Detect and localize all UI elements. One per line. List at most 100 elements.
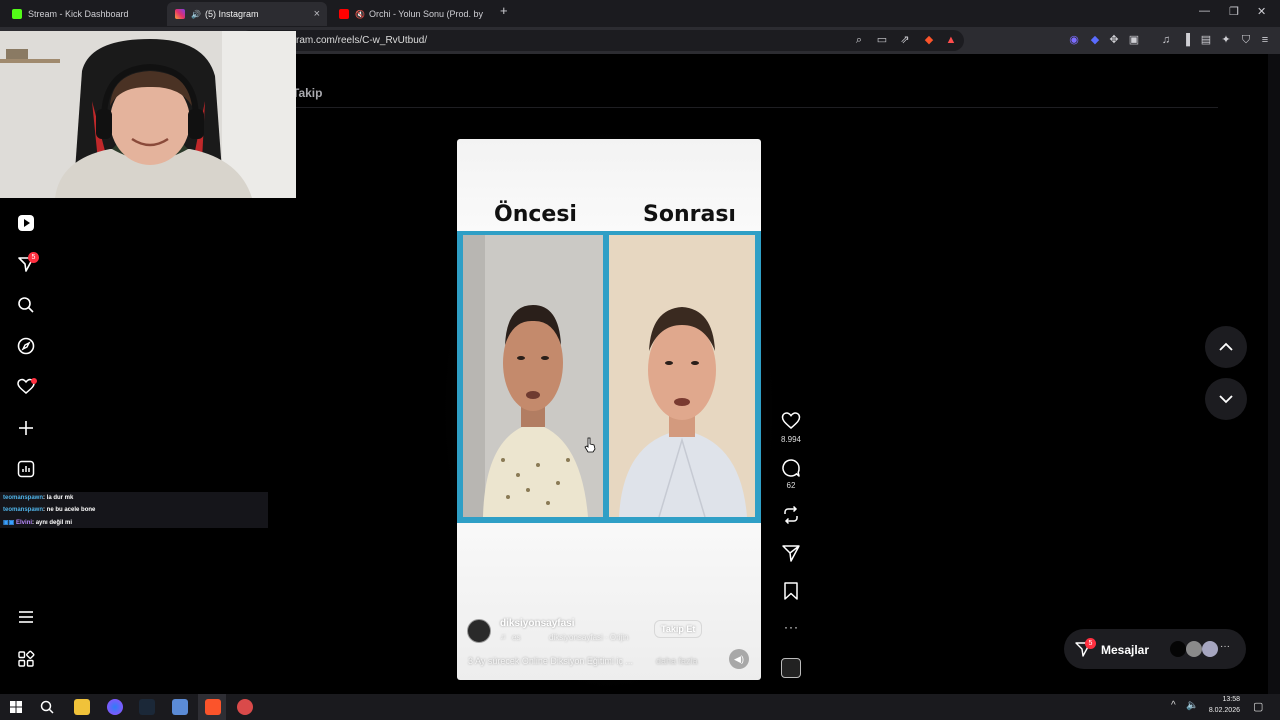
following-tab[interactable]: Takip (292, 86, 322, 100)
new-tab-icon[interactable]: + (500, 3, 508, 18)
before-person-image (463, 235, 603, 517)
rewards-icon[interactable]: ▲ (945, 34, 957, 46)
brave-icon[interactable] (205, 699, 221, 715)
messages-label: Mesajlar (1101, 643, 1150, 657)
youtube-icon (339, 9, 349, 19)
app-icon[interactable] (107, 699, 123, 715)
more-link[interactable]: daha fazla (656, 656, 698, 666)
tab-title: Orchi - Yolun Sonu (Prod. by akca (368, 9, 483, 19)
app-icon[interactable] (172, 699, 188, 715)
reel-video[interactable]: Öncesi Sonrası diksiyonsayfasi ♫ es diks… (457, 139, 761, 680)
after-person-image (609, 235, 755, 517)
extensions-icon[interactable]: ✥ (1108, 34, 1120, 46)
minimize-icon[interactable]: — (1199, 5, 1210, 17)
more-dots-icon: ··· (1220, 641, 1230, 652)
audio-thumbnail-icon[interactable] (781, 658, 801, 678)
streamer-webcam-image (0, 31, 296, 198)
reels-icon[interactable] (17, 214, 35, 232)
dashboard-icon[interactable] (17, 460, 35, 478)
close-window-icon[interactable]: ✕ (1257, 5, 1266, 18)
clock-time[interactable]: 13:58 (1206, 696, 1240, 703)
leo-icon[interactable]: ◉ (1068, 34, 1080, 46)
after-label: Sonrası (643, 202, 736, 227)
webcam-overlay (0, 31, 296, 198)
chat-username: teomanspawn (3, 507, 44, 513)
chat-text: : la dur mk (43, 495, 74, 501)
instagram-icon (175, 9, 185, 19)
speaker-icon: 🔊 (191, 9, 201, 19)
volume-tray-icon[interactable]: 🔈 (1186, 700, 1198, 711)
music-icon[interactable]: ♫ (1160, 34, 1172, 46)
chat-message: teomanspawn: la dur mk (3, 495, 73, 501)
vpn-icon[interactable]: ◆ (1089, 34, 1101, 46)
chat-text: : aynı değil mi (32, 520, 73, 526)
avatar (1170, 641, 1186, 657)
url-text[interactable]: ram.com/reels/C-w_RvUtbud/ (296, 35, 427, 46)
music-note-icon: ♫ (500, 632, 506, 641)
more-options-icon[interactable]: ··· (784, 620, 799, 634)
activity-dot (31, 378, 37, 384)
cast-icon[interactable]: ▭ (876, 34, 888, 46)
avatar (1202, 641, 1218, 657)
tab-title: (5) Instagram (204, 9, 259, 19)
before-video-panel (463, 235, 603, 517)
create-icon[interactable] (17, 419, 35, 437)
chat-badge-icon: ▣▣ (3, 520, 17, 526)
notification-badge: 5 (28, 252, 39, 263)
comment-icon[interactable] (781, 458, 801, 478)
bookmark-icon[interactable] (781, 581, 801, 601)
screenshot-icon[interactable]: ▣ (1128, 34, 1140, 46)
audio-name[interactable]: diksiyonsayfasi · Orijin (549, 633, 629, 642)
tab-title: Stream - Kick Dashboard (28, 9, 129, 19)
chat-message: ▣▣ Elvini: aynı değil mi (3, 519, 72, 526)
more-menu-icon[interactable] (17, 608, 35, 626)
search-icon[interactable] (17, 296, 35, 314)
next-reel-button[interactable] (1205, 378, 1247, 420)
messages-button[interactable]: 5 Mesajlar ··· (1064, 629, 1246, 669)
chevron-down-icon (1219, 395, 1233, 404)
tab-youtube[interactable]: 🔇 Orchi - Yolun Sonu (Prod. by akca (331, 2, 491, 26)
file-explorer-icon[interactable] (74, 699, 90, 715)
close-tab-icon[interactable]: × (314, 8, 320, 20)
share-icon[interactable]: ⇗ (899, 34, 911, 46)
ai-icon[interactable]: ✦ (1220, 34, 1232, 46)
share-send-icon[interactable] (781, 543, 801, 563)
before-label: Öncesi (494, 202, 577, 227)
also-from-meta-icon[interactable] (17, 650, 35, 668)
steam-icon[interactable] (139, 699, 155, 715)
tab-kick-dashboard[interactable]: Stream - Kick Dashboard (4, 2, 168, 26)
search-icon[interactable] (40, 700, 54, 714)
tab-strip: Stream - Kick Dashboard 🔊 (5) Instagram … (0, 0, 1280, 27)
sidebar-toggle-icon[interactable]: ▐ (1180, 34, 1192, 46)
volume-icon[interactable]: ◀) (729, 649, 749, 669)
shield-icon[interactable]: ⛉ (1240, 34, 1252, 46)
repost-icon[interactable] (781, 505, 801, 525)
menu-icon[interactable]: ≡ (1259, 34, 1271, 46)
like-heart-icon[interactable] (781, 411, 801, 431)
windows-start-icon[interactable] (10, 701, 22, 713)
page-scrollbar[interactable] (1268, 54, 1280, 694)
clock-date[interactable]: 8.02.2026 (1200, 707, 1240, 714)
previous-reel-button[interactable] (1205, 326, 1247, 368)
wallet-icon[interactable]: ▤ (1200, 34, 1212, 46)
muted-speaker-icon: 🔇 (355, 9, 365, 19)
avatar[interactable] (467, 619, 491, 643)
tray-chevron-icon[interactable]: ^ (1171, 700, 1176, 711)
stream-chat-overlay: teomanspawn: la dur mk teomanspawn: ne b… (0, 492, 268, 528)
audio-prefix: es (512, 633, 521, 642)
comparison-frame (457, 231, 761, 523)
zoom-icon[interactable]: ⌕ (853, 34, 865, 46)
comment-count: 62 (786, 481, 796, 490)
follow-button[interactable]: Takip Et (654, 620, 703, 638)
restore-icon[interactable]: ❐ (1229, 5, 1239, 18)
brave-shields-icon[interactable]: ◆ (923, 34, 935, 46)
explore-icon[interactable] (17, 337, 35, 355)
app-icon[interactable] (237, 699, 253, 715)
notifications-icon[interactable]: ▢ (1253, 700, 1263, 713)
tab-instagram[interactable]: 🔊 (5) Instagram × (167, 2, 327, 26)
chat-username: Elvini (16, 520, 33, 526)
kick-icon (12, 9, 22, 19)
header-divider (296, 107, 1218, 108)
reel-username[interactable]: diksiyonsayfasi (500, 618, 574, 629)
chevron-up-icon (1219, 342, 1233, 351)
